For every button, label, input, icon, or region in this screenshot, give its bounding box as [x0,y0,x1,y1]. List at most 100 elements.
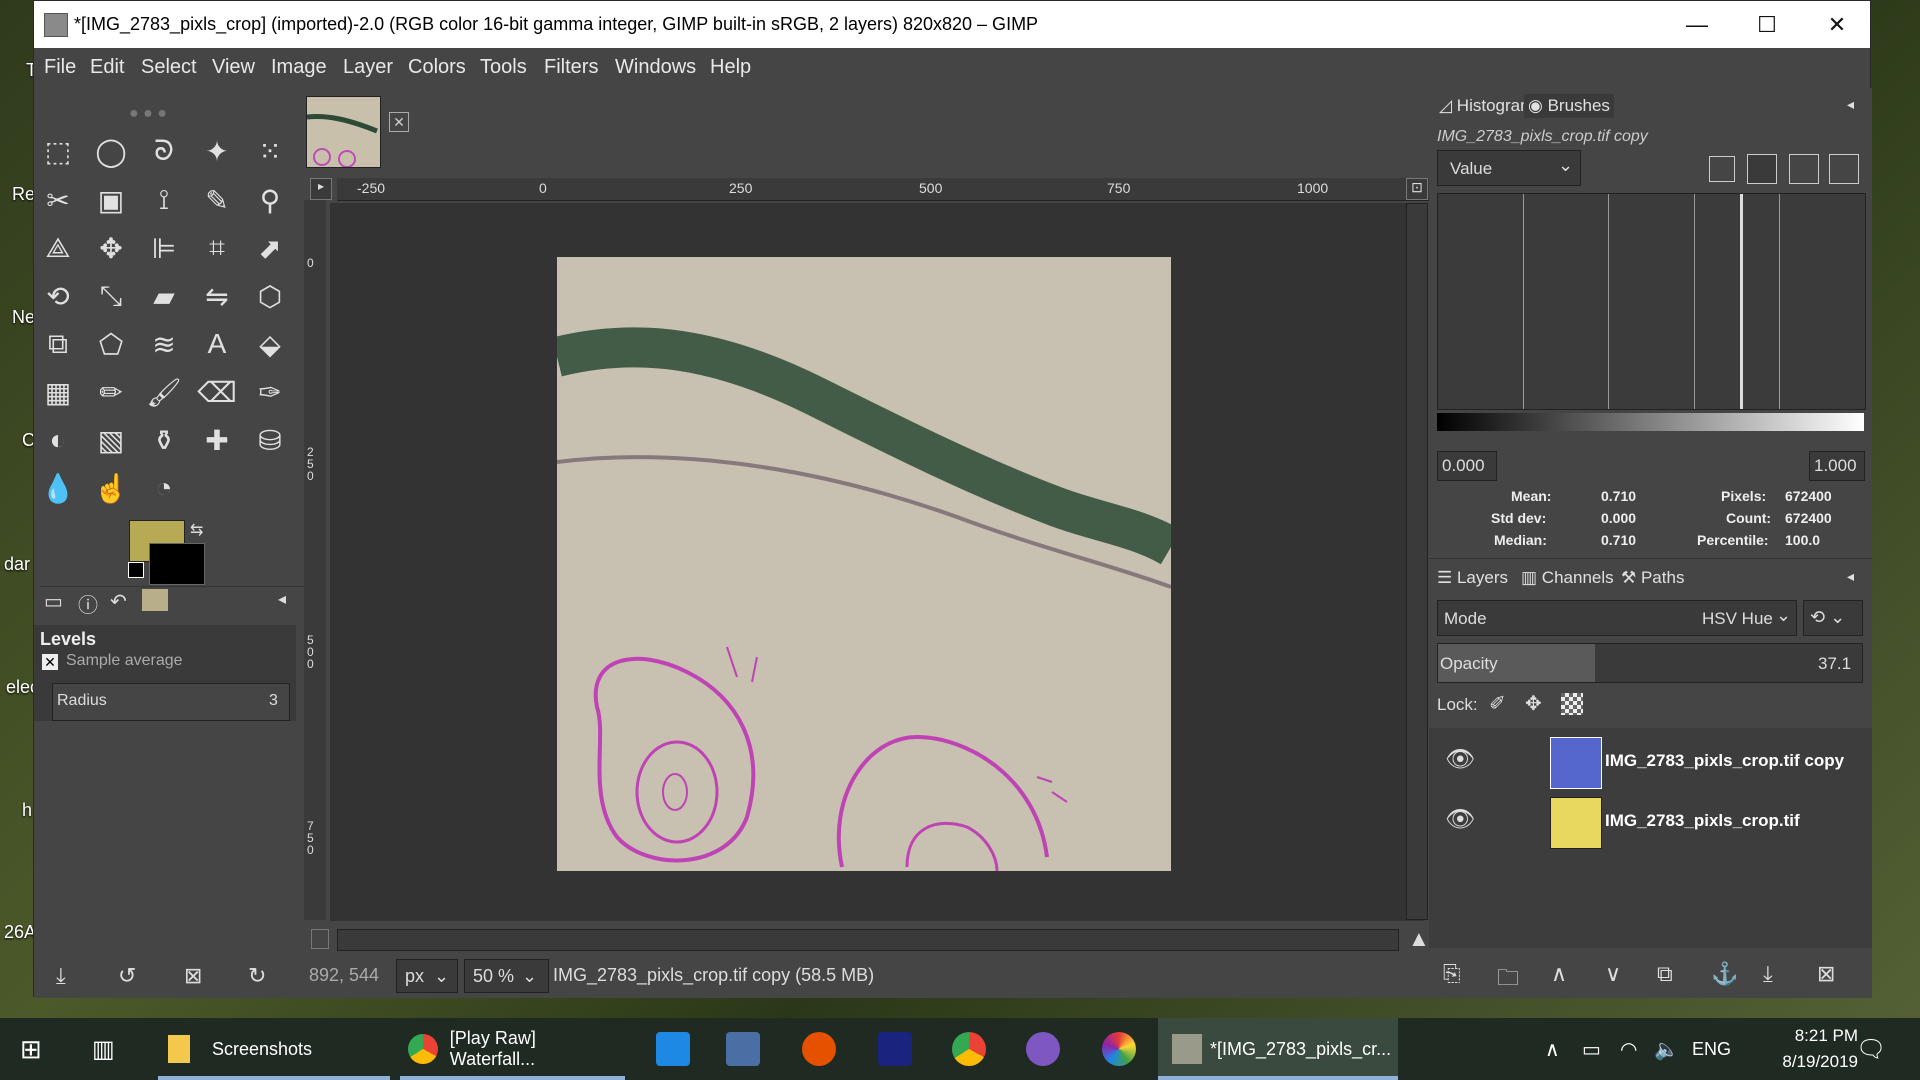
menu-windows[interactable]: Windows [615,56,696,79]
task-view-icon[interactable]: ▥ [92,1018,115,1080]
navigate-icon[interactable] [311,929,329,949]
radius-spinner[interactable]: Radius 3 [52,683,290,721]
histogram-plot[interactable] [1437,193,1866,410]
ink-icon[interactable]: ◐ [38,420,78,460]
composite-mode-button[interactable]: ⟲ ⌄ [1803,600,1863,636]
clock-time[interactable]: 8:21 PM [1758,1026,1858,1046]
unified-transform-icon[interactable]: ⬈ [250,228,290,268]
menu-filters[interactable]: Filters [544,56,598,79]
show-hidden-icons-icon[interactable]: ∧ [1545,1018,1560,1080]
pointer-arrow-icon[interactable]: ▲ [1408,926,1430,952]
tool-options-tab-icon[interactable]: ▭ [44,589,63,614]
close-button[interactable]: ✕ [1802,1,1872,48]
layer-row[interactable]: 👁 IMG_2783_pixls_crop.tif copy [1437,733,1864,791]
lock-position-icon[interactable]: ✥ [1525,691,1542,716]
background-color-swatch[interactable] [149,543,205,585]
gradient-icon[interactable]: ▦ [38,372,78,412]
menu-tools[interactable]: Tools [480,56,527,79]
rotate-icon[interactable]: ⟲ [38,276,78,316]
delete-options-icon[interactable]: ⊠ [184,963,202,989]
foreground-select-icon[interactable]: ▣ [91,180,131,220]
new-layer-icon[interactable]: ⎘ [1443,961,1461,987]
menu-image[interactable]: Image [271,56,327,79]
fuzzy-select-icon[interactable]: ✦ [197,131,237,171]
color-picker-icon[interactable]: ✎ [197,180,237,220]
channel-select[interactable]: Value ⌄ [1437,150,1581,186]
close-image-icon[interactable]: ✕ [389,112,409,132]
zoom-to-fit-icon[interactable]: ⊡ [1406,178,1428,200]
menu-edit[interactable]: Edit [90,56,124,79]
pencil-icon[interactable]: ✏ [91,372,131,412]
lock-alpha-icon[interactable] [1561,693,1583,715]
dock-menu-icon[interactable]: ◂ [1847,568,1854,585]
swap-colors-icon[interactable]: ⇆ [190,520,203,540]
measure-icon[interactable]: ⟁ [38,228,78,268]
paintbrush-icon[interactable]: 🖌 [144,372,184,412]
scissors-icon[interactable]: ✂ [38,180,78,220]
menu-view[interactable]: View [212,56,255,79]
tab-paths[interactable]: ⚒ Paths [1621,568,1684,588]
image-thumbnail[interactable] [306,96,381,168]
darktable-icon[interactable] [1102,1032,1136,1066]
rect-select-icon[interactable]: ⬚ [38,131,78,171]
smudge-wave-icon[interactable]: ≋ [144,324,184,364]
mail-icon[interactable] [656,1032,690,1066]
scale-icon[interactable]: ⤡ [91,276,131,316]
tab-brushes[interactable]: ◉ Brushes [1524,94,1614,118]
texstudio-icon[interactable] [878,1032,912,1066]
menu-file[interactable]: File [44,56,76,79]
dodge-burn-icon[interactable]: ◔ [144,468,184,508]
histogram-mode-icon[interactable] [1829,154,1859,184]
move-icon[interactable]: ✥ [91,228,131,268]
restore-options-icon[interactable]: ↺ [118,963,136,989]
battery-icon[interactable]: ▭ [1582,1018,1601,1080]
eye-icon[interactable]: 👁 [1445,805,1475,834]
opacity-slider[interactable]: Opacity 37.1 [1437,643,1863,683]
title-bar[interactable]: *[IMG_2783_pixls_crop] (imported)-2.0 (R… [34,1,1870,48]
taskbar-gimp[interactable]: *[IMG_2783_pixls_cr... [1158,1018,1398,1080]
taskbar-chrome[interactable]: [Play Raw] Waterfall... [400,1018,625,1080]
perspective-clone-icon[interactable]: ⛁ [250,420,290,460]
quick-mask-toggle[interactable]: ▸ [310,178,332,200]
app-icon[interactable] [802,1032,836,1066]
zoom-icon[interactable]: ⚲ [250,180,290,220]
delete-layer-icon[interactable]: ⊠ [1817,961,1835,987]
select-by-color-icon[interactable]: ⁙ [250,131,290,171]
gimp-icon[interactable] [1026,1032,1060,1066]
smudge-icon[interactable]: ☝ [91,468,131,508]
unit-select[interactable]: px ⌄ [396,959,458,993]
align-icon[interactable]: ⊫ [144,228,184,268]
range-min-input[interactable]: 0.000 [1437,451,1497,481]
tab-menu-icon[interactable]: ◂ [278,589,286,609]
notification-icon[interactable]: 🗨 [1856,1018,1886,1080]
raise-layer-icon[interactable]: ∧ [1551,961,1567,987]
perspective-icon[interactable]: ⬡ [250,276,290,316]
eraser-icon[interactable]: ⌫ [197,372,237,412]
histogram-mode-icon[interactable] [1789,154,1819,184]
free-select-icon[interactable]: ᘐ [144,131,184,171]
language-indicator[interactable]: ENG [1692,1018,1731,1080]
tab-channels[interactable]: ▥ Channels [1521,568,1614,588]
menu-help[interactable]: Help [710,56,751,79]
vertical-scrollbar[interactable] [1406,203,1428,920]
airbrush-icon[interactable]: ✑ [250,372,290,412]
image-canvas[interactable] [557,257,1171,871]
eye-icon[interactable]: 👁 [1445,745,1475,774]
lower-layer-icon[interactable]: ∨ [1605,961,1621,987]
shear-icon[interactable]: ▰ [144,276,184,316]
start-button-icon[interactable]: ⊞ [20,1018,42,1080]
menu-select[interactable]: Select [141,56,197,79]
linear-histogram-icon[interactable] [1709,156,1735,182]
tab-layers[interactable]: ☰ Layers [1437,568,1508,588]
range-max-input[interactable]: 1.000 [1809,451,1865,481]
wifi-icon[interactable]: ◠ [1620,1018,1637,1080]
reset-options-icon[interactable]: ↻ [248,963,266,989]
sample-average-checkbox[interactable]: ✕ [42,654,58,670]
warp-icon[interactable]: ⧉ [38,324,78,364]
maximize-button[interactable]: ☐ [1732,1,1802,48]
ellipse-select-icon[interactable]: ◯ [91,131,131,171]
tab-histogram[interactable]: ◿ Histogram [1439,96,1534,116]
images-tab-icon[interactable] [142,589,168,611]
bucket-fill-icon[interactable]: ⬙ [250,324,290,364]
mypaint-brush-icon[interactable]: ▧ [91,420,131,460]
